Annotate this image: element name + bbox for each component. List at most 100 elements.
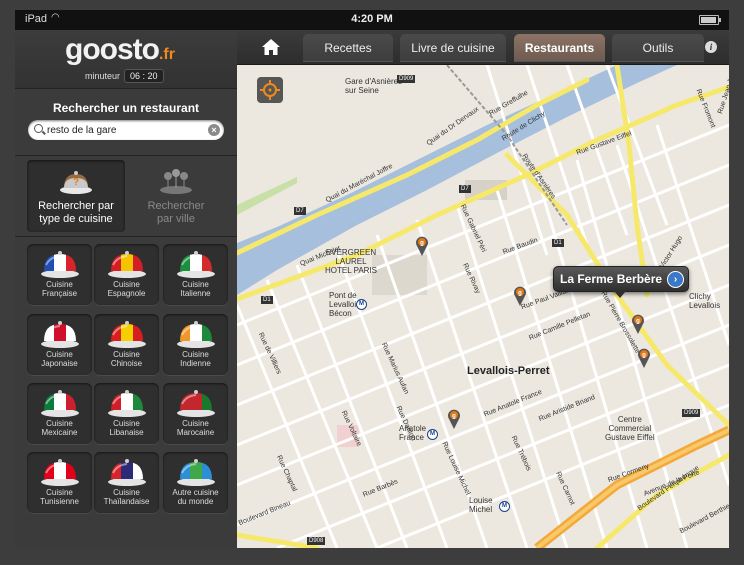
cuisine-label-line2: Japonaise [41,359,78,368]
mode-cuisine-line1: Rechercher par [38,200,114,212]
cuisine-label-line1: Cuisine [113,350,140,359]
cuisine-label-line2: Française [41,289,78,298]
clear-search-icon[interactable]: × [208,124,220,136]
info-icon[interactable]: i [705,41,717,53]
logo-area: goosto.fr minuteur 06 : 20 [15,30,237,89]
clock: 4:20 PM [351,13,393,25]
restaurant-pin[interactable]: g [513,286,527,306]
cuisine-label-line1: Cuisine [182,419,209,428]
tab-outils[interactable]: Outils [612,34,704,62]
map-place-centre: Centre Commercial Gustave Eiffel [605,415,655,442]
cuisine-tile[interactable]: Cuisine Thaïlandaise [94,452,159,513]
globe-cloche-icon [177,459,215,486]
map-base [237,65,729,548]
search-by-cuisine-button[interactable]: ? Rechercher par type de cuisine [27,160,125,232]
cuisine-label-line1: Cuisine [182,280,209,289]
cuisine-label-line1: Cuisine [46,350,73,359]
france-flag-cloche-icon [41,251,79,278]
cuisine-tile[interactable]: Cuisine Chinoise [94,314,159,375]
map-place-louise: Louise Michel [469,496,493,514]
italy-flag-cloche-icon [177,251,215,278]
cuisine-label-line2: Tunisienne [40,497,79,506]
cuisine-label-line1: Cuisine [46,488,73,497]
callout-title: La Ferme Berbère [560,272,663,286]
tunisia-flag-cloche-icon [41,459,79,486]
timer-value[interactable]: 06 : 20 [124,69,164,83]
crosshair-icon [260,80,280,100]
road-d1-label: D1 [552,239,564,247]
chevron-right-icon[interactable]: › [667,271,685,288]
svg-text:g: g [420,241,424,247]
cuisine-tile[interactable]: Cuisine Libanaise [94,383,159,444]
cuisine-tile[interactable]: Cuisine Indienne [163,314,228,375]
search-icon [34,124,43,133]
road-d908-label: D908 [307,537,326,545]
cloche-question-icon: ? [60,171,92,194]
locate-me-button[interactable] [257,77,283,103]
restaurant-pin[interactable]: g [637,348,651,368]
cuisine-label-line1: Cuisine [46,419,73,428]
sidebar: goosto.fr minuteur 06 : 20 Rechercher un … [15,30,237,548]
goosto-logo[interactable]: goosto.fr [65,33,175,67]
svg-text:g: g [642,353,646,359]
lebanon-flag-cloche-icon [108,390,146,417]
tab-recettes[interactable]: Recettes [303,34,393,62]
cuisine-grid: Cuisine Française Cuisine Espagnole Cuisine I… [15,237,237,548]
cuisine-label-line2: Chinoise [110,359,143,368]
road-d7-label: D7 [294,207,306,215]
search-mode-section: ? Rechercher par type de cuisine Recherch… [15,156,237,237]
search-by-city-button[interactable]: Rechercher par ville [127,160,225,232]
cuisine-label-line1: Cuisine [113,280,140,289]
map-view[interactable]: Gare d'Asnières sur Seine EVERGREEN LAURE… [237,65,729,548]
morocco-flag-cloche-icon [177,390,215,417]
mode-cuisine-line2: type de cuisine [39,213,113,225]
battery-icon [699,15,721,25]
home-icon[interactable] [261,37,281,57]
app-frame: iPad ◠ 4:20 PM goosto.fr minuteur 06 : 20… [15,10,729,548]
road-d1-label: D1 [261,296,273,304]
timer[interactable]: minuteur 06 : 20 [85,69,164,83]
tab-restaurants[interactable]: Restaurants [514,34,605,62]
cuisine-tile[interactable]: Cuisine Française [27,244,92,305]
svg-text:g: g [452,414,456,420]
cuisine-label-line2: Espagnole [107,289,146,298]
cuisine-label-line2: Italienne [180,289,211,298]
cuisine-label-line2: Libanaise [109,428,144,437]
cuisine-label-line1: Cuisine [46,280,73,289]
map-place-clichy: Clichy Levallois [689,292,721,310]
cuisine-label-line2: Marocaine [176,428,215,437]
mode-city-line1: Rechercher [147,200,205,212]
cuisine-tile[interactable]: Cuisine Tunisienne [27,452,92,513]
road-d7-label: D7 [459,185,471,193]
cuisine-tile[interactable]: Cuisine Italienne [163,244,228,305]
road-d909-label: D909 [682,409,701,417]
svg-text:g: g [636,319,640,325]
cuisine-label-line2: Mexicaine [41,428,78,437]
thailand-flag-cloche-icon [108,459,146,486]
cuisine-tile[interactable]: Cuisine Mexicaine [27,383,92,444]
restaurant-pin[interactable]: g [415,236,429,256]
top-nav: Recettes Livre de cuisine Restaurants Ou… [237,30,729,65]
restaurant-pin[interactable]: g [447,409,461,429]
restaurant-callout[interactable]: La Ferme Berbère › [553,266,690,298]
cuisine-tile[interactable]: Cuisine Espagnole [94,244,159,305]
cuisine-tile[interactable]: Cuisine Japonaise [27,314,92,375]
cuisine-label-line2: du monde [177,497,214,506]
cuisine-label-line2: Indienne [180,359,211,368]
search-input[interactable] [47,122,197,138]
search-box[interactable]: × [28,120,224,140]
map-city-label: Levallois-Perret [467,365,550,377]
tab-livre-de-cuisine[interactable]: Livre de cuisine [400,34,506,62]
cuisine-tile[interactable]: Autre cuisine du monde [163,452,228,513]
cuisine-label-line2: Thaïlandaise [103,497,150,506]
map-place-gare: Gare d'Asnières sur Seine [345,77,402,95]
restaurant-pin-selected[interactable]: g [631,314,645,334]
timer-label: minuteur [85,71,121,81]
spain-flag-cloche-icon [108,251,146,278]
india-flag-cloche-icon [177,321,215,348]
cuisine-tile[interactable]: Cuisine Marocaine [163,383,228,444]
japan-flag-cloche-icon [41,321,79,348]
search-section: Rechercher un restaurant × [15,89,237,156]
metro-icon: M [427,429,438,440]
svg-text:?: ? [73,177,79,188]
